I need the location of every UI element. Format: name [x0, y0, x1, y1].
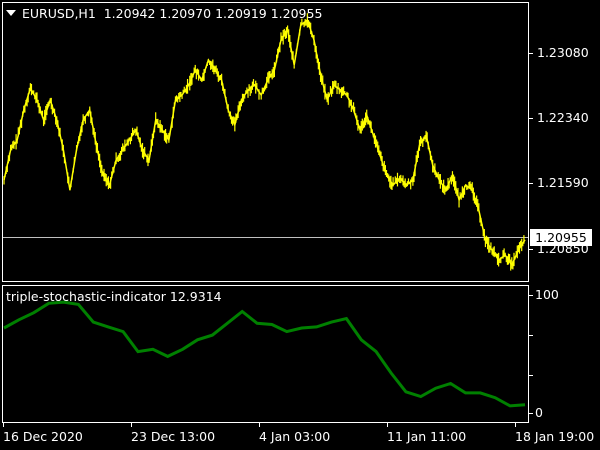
price-tick-label: 1.21590 [537, 175, 589, 190]
time-label: 11 Jan 11:00 [387, 429, 467, 444]
chart-canvas [2, 2, 533, 427]
ohlc-values: 1.20942 1.20970 1.20919 1.20955 [103, 6, 323, 21]
time-label: 23 Dec 13:00 [131, 429, 216, 444]
main-pane-border [2, 2, 529, 282]
indicator-name: triple-stochastic-indicator [6, 289, 166, 304]
chart-title: EURUSD,H1 1.20942 1.20970 1.20919 1.2095… [6, 6, 322, 21]
symbol-label: EURUSD,H1 [22, 6, 96, 21]
current-price-label: 1.20955 [530, 229, 592, 246]
time-label: 4 Jan 03:00 [259, 429, 331, 444]
indicator-scale-min: 0 [535, 405, 543, 420]
price-noise [3, 13, 525, 271]
price-line [3, 18, 526, 267]
indicator-line [3, 300, 526, 408]
time-label: 18 Jan 19:00 [515, 429, 595, 444]
indicator-value: 12.9314 [169, 289, 222, 304]
price-tick-label: 1.22340 [537, 110, 589, 125]
time-label: 16 Dec 2020 [3, 429, 83, 444]
indicator-title: triple-stochastic-indicator 12.9314 [6, 289, 222, 304]
dropdown-triangle-icon[interactable] [6, 10, 16, 16]
indicator-scale-max: 100 [535, 287, 559, 302]
price-tick-label: 1.23080 [537, 45, 589, 60]
